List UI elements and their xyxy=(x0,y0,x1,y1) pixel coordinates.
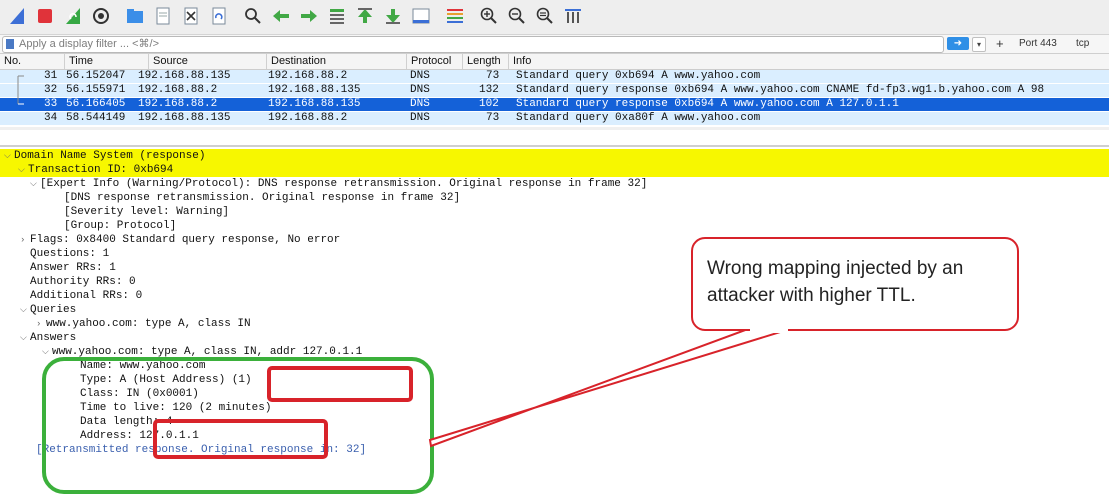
annotation-text: Wrong mapping injected by an attacker wi… xyxy=(707,258,964,306)
callout-join xyxy=(750,327,788,333)
annotation-callout: Wrong mapping injected by an attacker wi… xyxy=(691,237,1019,331)
